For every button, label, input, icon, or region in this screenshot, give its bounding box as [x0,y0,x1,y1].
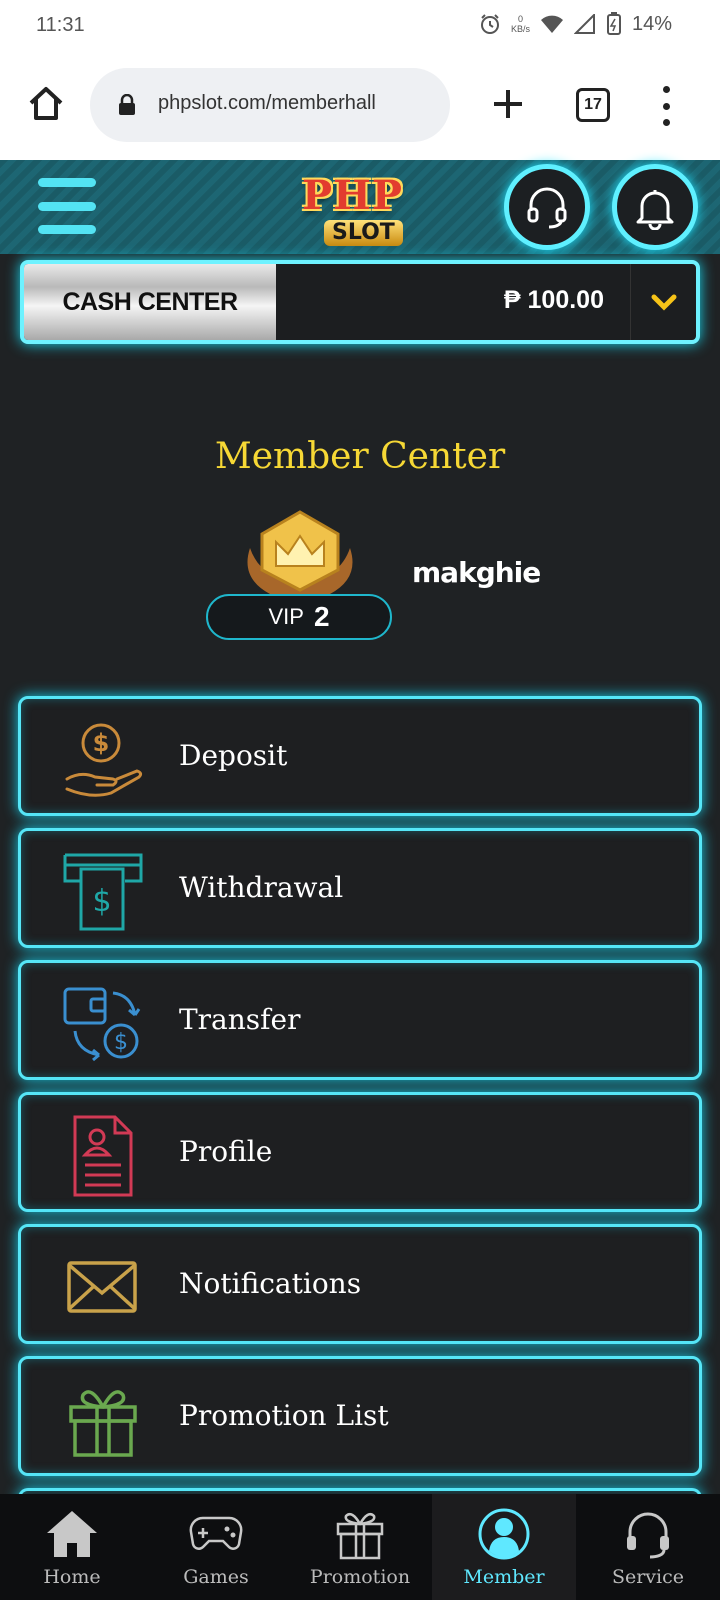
menu-bar [38,225,96,234]
dot [662,102,670,110]
chevron-down-icon [651,294,676,311]
svg-text:$: $ [93,729,110,757]
signal-icon [573,14,595,34]
nav-label: Promotion [309,1566,411,1588]
logo-text-php: PHP [302,172,403,219]
menu-item-deposit[interactable]: $ Deposit [18,696,702,816]
vip-label: VIP [268,604,304,629]
profile-document-icon [61,1113,145,1197]
home-icon [29,87,63,120]
menu-item-label: Notifications [179,1267,362,1300]
menu-item-transfer[interactable]: $ Transfer [18,960,702,1080]
network-speed: 0 KB/s [511,14,530,34]
alarm-icon [480,14,499,34]
headset-icon [620,1506,676,1562]
network-speed-unit: KB/s [510,24,530,34]
vip-level-number: 2 [313,601,330,632]
support-button[interactable] [504,164,590,250]
nav-label: Home [43,1566,101,1588]
nav-member[interactable]: Member [432,1494,576,1600]
nav-label: Service [611,1566,685,1588]
status-time: 11:31 [36,14,85,36]
svg-text:$: $ [114,1030,128,1055]
nav-games[interactable]: Games [144,1494,288,1600]
bell-icon [636,190,674,230]
nav-promotion[interactable]: Promotion [288,1494,432,1600]
cash-center-bar[interactable]: CASH CENTER ₱ 100.00 [20,260,700,344]
dot [662,86,670,93]
status-bar: 11:31 0 KB/s 14% [0,0,720,52]
browser-home-button[interactable] [26,84,66,124]
menu-item-notifications[interactable]: Notifications [18,1224,702,1344]
url-text: phpslot.com/memberhall [158,92,376,114]
plus-icon [494,90,522,118]
home-icon [44,1506,100,1562]
member-center-title: Member Center [214,436,506,477]
nav-label: Games [183,1566,249,1588]
new-tab-button[interactable] [488,84,528,124]
battery-icon [606,12,621,35]
gift-icon [61,1377,145,1461]
battery-percentage: 14% [631,12,672,35]
menu-bar [38,178,96,187]
status-icons: 0 KB/s 14% [479,12,672,36]
gift-icon [332,1506,388,1562]
member-menu-list: $ Deposit $ Withdrawal $ Transfer Profil… [18,696,702,1540]
notifications-bell-button[interactable] [612,164,698,250]
menu-bar [38,201,96,211]
nav-home[interactable]: Home [0,1494,144,1600]
svg-text:$: $ [92,884,111,919]
wifi-icon [540,15,563,33]
envelope-icon [61,1245,145,1329]
logo-text-slot: SLOT [324,220,403,246]
network-speed-value: 0 [517,14,523,24]
wallet-transfer-icon: $ [61,981,145,1065]
vip-level-badge: VIP 2 [206,594,392,640]
menu-item-label: Promotion List [179,1399,389,1432]
cash-center-label: CASH CENTER [62,287,238,316]
atm-withdrawal-icon: $ [61,849,145,933]
headset-icon [527,187,567,229]
site-header: PHP SLOT [0,160,720,254]
menu-item-withdrawal[interactable]: $ Withdrawal [18,828,702,948]
browser-menu-button[interactable] [658,86,674,126]
site-logo[interactable]: PHP SLOT [282,164,438,250]
gamepad-icon [188,1506,244,1562]
username: makghie [412,556,541,589]
hamburger-menu-button[interactable] [38,178,96,234]
address-bar[interactable]: phpslot.com/memberhall [90,68,450,142]
cash-center-dropdown-button[interactable] [630,264,696,340]
cash-center-label-box: CASH CENTER [24,264,276,340]
dot [662,119,670,126]
browser-toolbar: phpslot.com/memberhall 17 [0,52,720,160]
nav-service[interactable]: Service [576,1494,720,1600]
member-icon [476,1506,532,1562]
menu-item-profile[interactable]: Profile [18,1092,702,1212]
bottom-navigation: Home Games Promotion Member Service [0,1494,720,1600]
menu-item-label: Transfer [179,1003,301,1036]
menu-item-label: Withdrawal [179,871,344,904]
menu-item-label: Profile [179,1135,273,1168]
lock-icon [119,94,135,115]
tab-switcher-button[interactable]: 17 [576,88,610,122]
menu-item-promotion-list[interactable]: Promotion List [18,1356,702,1476]
cash-balance: ₱ 100.00 [503,286,604,314]
menu-item-label: Deposit [179,739,288,772]
nav-label: Member [463,1566,545,1588]
vip-crown-badge-icon [247,510,353,594]
deposit-icon: $ [61,717,145,801]
